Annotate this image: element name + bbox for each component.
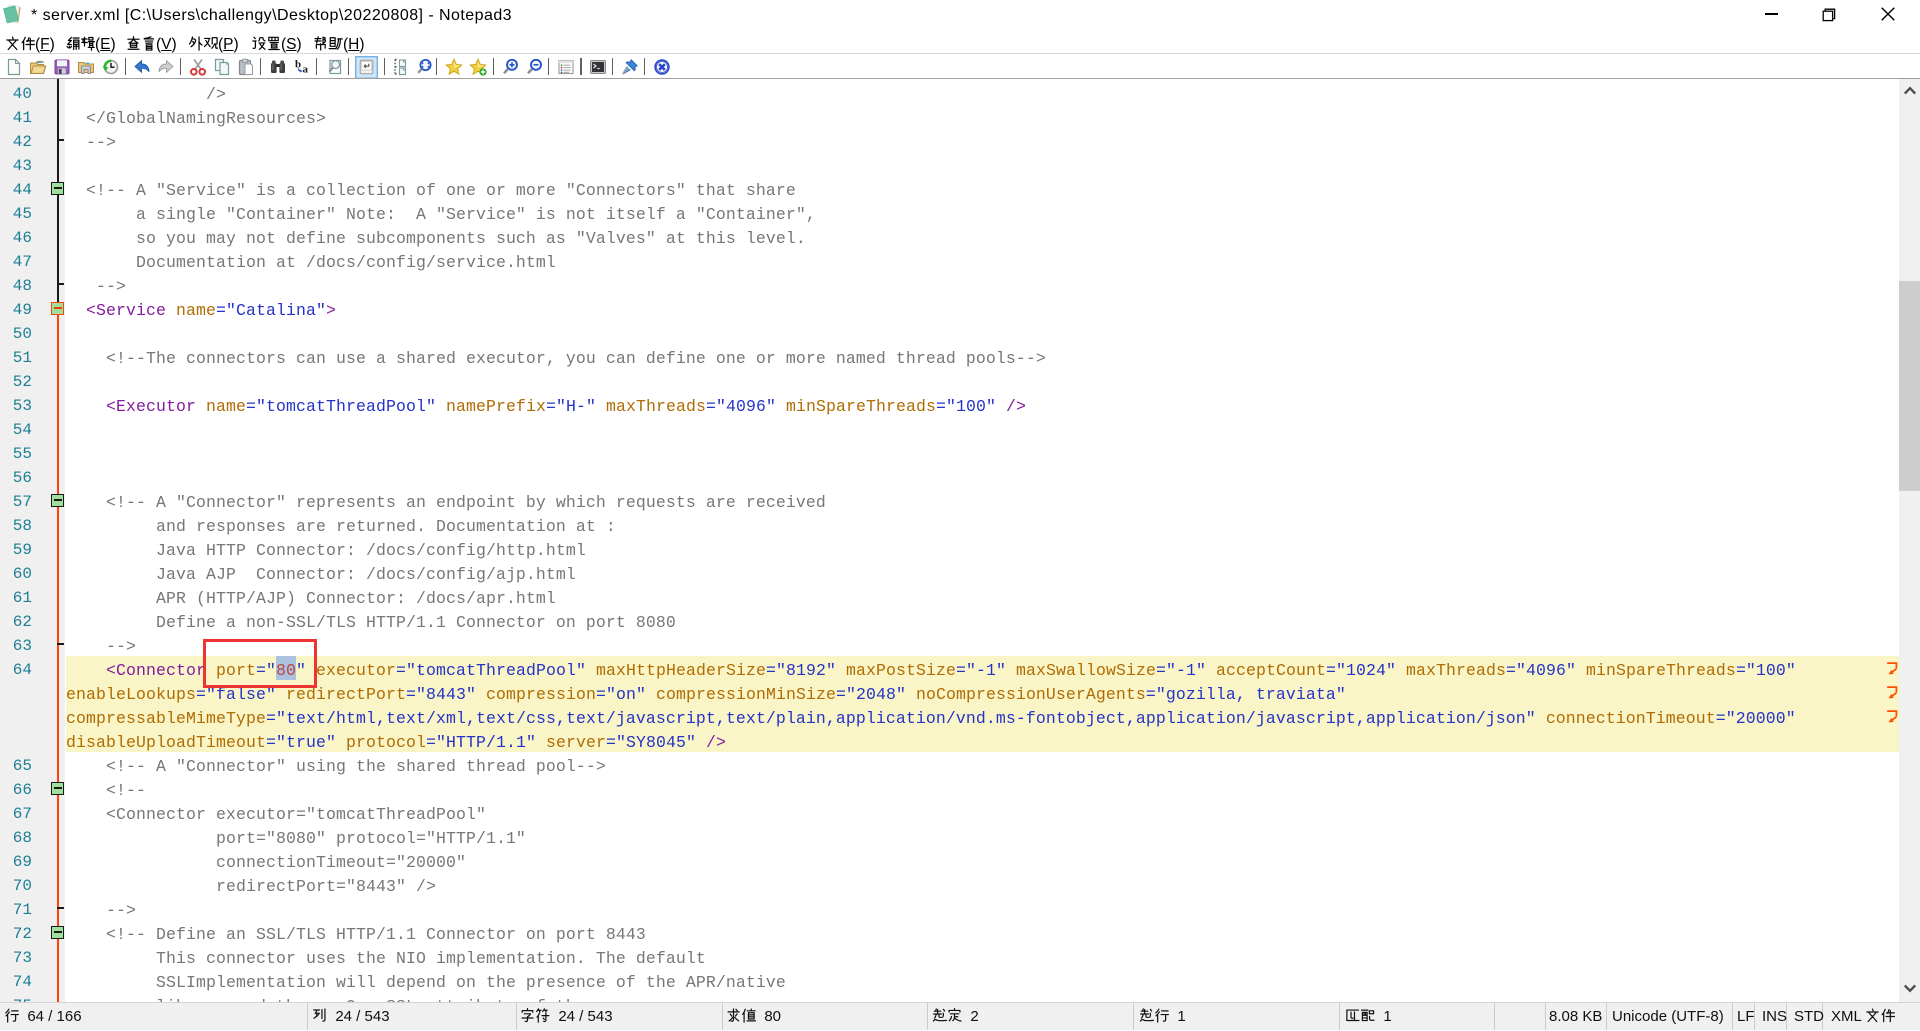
- svg-text:a: a: [302, 64, 308, 76]
